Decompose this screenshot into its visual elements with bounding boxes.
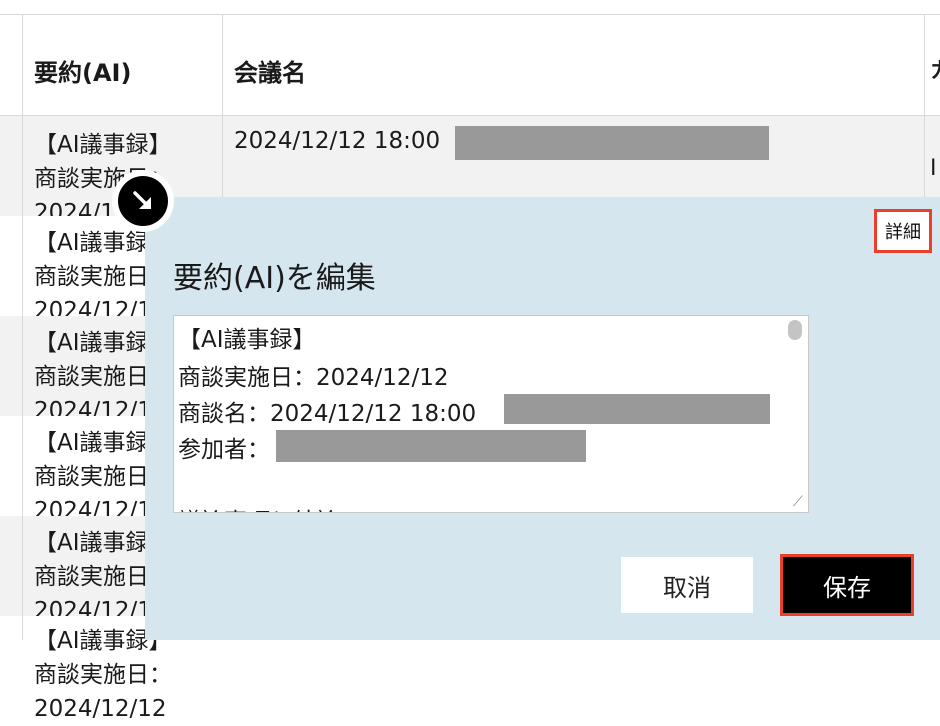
header-cut-column: カ bbox=[930, 53, 940, 85]
editor-line: 商談名：2024/12/12 18:00 bbox=[178, 401, 477, 427]
scrollbar-thumb[interactable] bbox=[788, 320, 802, 340]
detail-button[interactable]: 詳細 bbox=[874, 209, 932, 253]
header-meeting-name[interactable]: 会議名 bbox=[234, 53, 306, 88]
move-handle-button[interactable] bbox=[112, 170, 174, 232]
edit-summary-panel: 詳細 要約(AI)を編集 【AI議事録】 商談実施日：2024/12/12 商談… bbox=[145, 197, 940, 640]
redacted-meeting-name bbox=[504, 394, 770, 424]
editor-line: 商談実施日：2024/12/12 bbox=[178, 365, 449, 391]
cut-column-cell: I bbox=[930, 156, 937, 181]
table-header-row: 要約(AI) 会議名 カ bbox=[0, 15, 940, 116]
meeting-name-cell: 2024/12/12 18:00 bbox=[234, 128, 441, 154]
panel-title: 要約(AI)を編集 bbox=[173, 261, 376, 296]
summary-textarea[interactable]: 【AI議事録】 商談実施日：2024/12/12 商談名：2024/12/12 … bbox=[173, 315, 809, 513]
arrow-down-right-icon bbox=[118, 176, 168, 226]
header-summary[interactable]: 要約(AI) bbox=[34, 53, 131, 88]
redacted-participants bbox=[276, 430, 586, 462]
editor-line: 議論事項と結論： bbox=[178, 502, 362, 512]
editor-line: 【AI議事録】 bbox=[178, 327, 316, 353]
cancel-button[interactable]: 取消 bbox=[621, 557, 753, 613]
save-button[interactable]: 保存 bbox=[780, 554, 914, 616]
column-divider bbox=[22, 14, 23, 640]
resize-handle-icon[interactable]: ⟋ bbox=[790, 494, 806, 510]
editor-line: 参加者： bbox=[178, 437, 270, 463]
redacted-meeting-name bbox=[455, 126, 769, 160]
